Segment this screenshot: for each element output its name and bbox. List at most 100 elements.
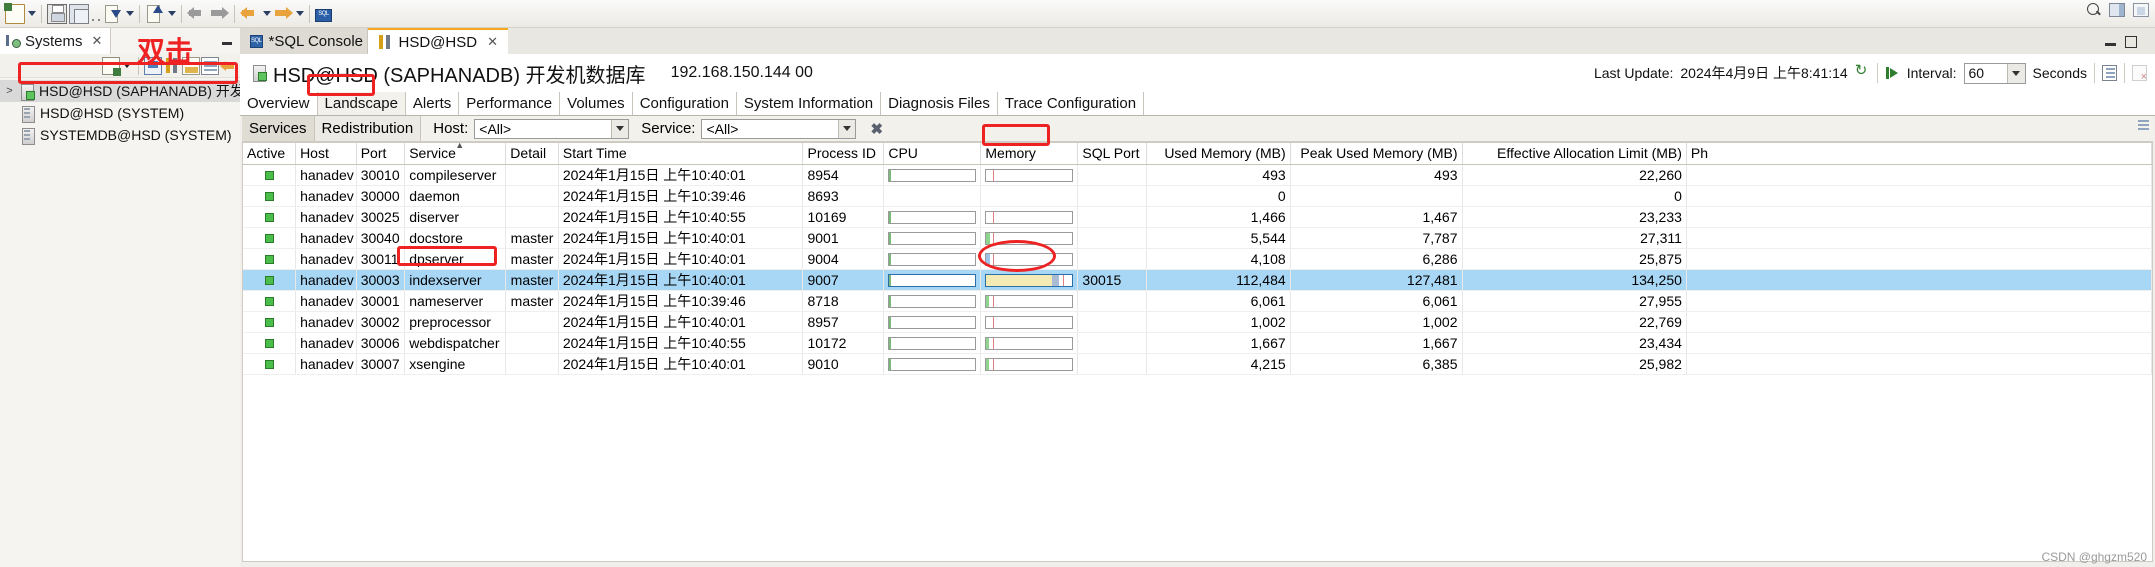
cell-effective-allocation-limit: 25,982 <box>1462 353 1687 375</box>
new-dropdown-caret[interactable] <box>26 4 37 24</box>
auto-refresh-icon[interactable] <box>1885 66 1900 81</box>
database-online-icon <box>252 64 267 82</box>
status-led-online <box>264 296 274 306</box>
cell-process-id: 10169 <box>802 206 885 228</box>
clear-filter-icon[interactable]: ✖ <box>870 120 883 138</box>
tree-item-label: HSD@HSD (SAPHANADB) 开发机 <box>39 83 240 99</box>
col-process-id[interactable]: Process ID <box>802 143 885 165</box>
chevron-down-icon[interactable] <box>2006 63 2025 83</box>
col-peak-used-memory[interactable]: Peak Used Memory (MB) <box>1290 143 1463 165</box>
cell-peak-used-memory: 6,286 <box>1290 248 1463 270</box>
services-table-container[interactable]: Active Host Port ▲ Service Detail Start … <box>242 142 2153 562</box>
host-filter-select[interactable]: <All> <box>474 118 630 139</box>
tab-alerts[interactable]: Alerts <box>405 92 460 115</box>
search-icon[interactable] <box>2087 3 2101 17</box>
history-forward-button[interactable] <box>272 2 294 26</box>
minimize-icon[interactable] <box>220 34 234 48</box>
new-button[interactable] <box>4 2 26 26</box>
save-button[interactable] <box>46 2 68 26</box>
col-host[interactable]: Host <box>295 143 357 165</box>
table-row[interactable]: hanadev 30040 docstore master 2024年1月15日 上午1… <box>243 227 2152 249</box>
tab-volumes[interactable]: Volumes <box>560 92 633 115</box>
copy-icon[interactable] <box>2102 65 2117 81</box>
table-row[interactable]: hanadev 30002 preprocessor 2024年1月15日 上午10:… <box>243 311 2152 333</box>
col-memory[interactable]: Memory <box>980 143 1079 165</box>
history-back-button[interactable] <box>239 2 261 26</box>
table-row[interactable]: hanadev 30003 indexserver master 2024年1月15日 … <box>243 269 2152 291</box>
subtab-services[interactable]: Services <box>242 116 315 141</box>
history-forward-caret[interactable] <box>294 4 305 24</box>
memory-bar-used <box>986 296 989 308</box>
cell-memory <box>980 269 1079 291</box>
close-icon[interactable]: ✕ <box>92 33 103 49</box>
table-row[interactable]: hanadev 30025 diserver 2024年1月15日 上午10:40:5… <box>243 206 2152 228</box>
col-ph[interactable]: Ph <box>1686 143 2152 165</box>
maximize-icon[interactable] <box>2125 36 2137 48</box>
cell-peak-used-memory: 493 <box>1290 164 1463 186</box>
tab-system-information[interactable]: System Information <box>736 92 882 115</box>
minimize-icon[interactable] <box>2104 36 2117 48</box>
table-row[interactable]: hanadev 30010 compileserver 2024年1月15日 上午10… <box>243 164 2152 186</box>
table-row[interactable]: hanadev 30001 nameserver master 2024年1月15日 上… <box>243 290 2152 312</box>
cell-sql-port <box>1077 185 1148 207</box>
subtab-redistribution[interactable]: Redistribution <box>314 116 422 141</box>
chevron-down-icon[interactable] <box>838 119 856 138</box>
tree-item-saphanadb[interactable]: > HSD@HSD (SAPHANADB) 开发机 <box>0 80 240 102</box>
col-active[interactable]: Active <box>243 143 297 165</box>
tab-trace-configuration[interactable]: Trace Configuration <box>997 92 1145 115</box>
col-effective-allocation-limit[interactable]: Effective Allocation Limit (MB) <box>1462 143 1687 165</box>
cell-cpu <box>883 332 982 354</box>
cpu-bar-baseline <box>889 275 891 287</box>
dropdown-caret-icon[interactable] <box>121 57 133 75</box>
perspective-icon[interactable] <box>2109 3 2125 17</box>
interval-select[interactable]: 60 <box>1963 62 2026 84</box>
back-nav-button[interactable] <box>186 2 208 26</box>
sql-console-button[interactable]: SQL <box>314 2 333 26</box>
table-row[interactable]: hanadev 30000 daemon 2024年1月15日 上午10:39:46 8… <box>243 185 2152 207</box>
tab-sql-console-1[interactable]: SQL *SQL Console 1 <box>240 28 376 54</box>
tree-item-systemdb[interactable]: SYSTEMDB@HSD (SYSTEM) <box>0 124 240 146</box>
memory-usage-bar <box>985 358 1074 372</box>
memory-bar-limit-marker <box>1062 275 1064 287</box>
tab-hsd-admin-console[interactable]: HSD@HSD ✕ <box>368 28 508 54</box>
back-arrow-icon[interactable] <box>220 57 238 75</box>
tab-systems[interactable]: Systems ✕ <box>0 28 112 54</box>
add-system-icon[interactable] <box>102 56 121 76</box>
refresh-icon[interactable] <box>1855 61 1870 81</box>
tab-overview[interactable]: Overview <box>240 92 318 115</box>
tab-landscape[interactable]: Landscape <box>317 92 406 115</box>
table-row[interactable]: hanadev 30006 webdispatcher 2024年1月15日 上午10… <box>243 332 2152 354</box>
table-row[interactable]: hanadev 30011 dpserver master 2024年1月15日 上午1… <box>243 248 2152 270</box>
cell-port: 30007 <box>356 353 406 375</box>
col-sql-port[interactable]: SQL Port <box>1077 143 1148 165</box>
col-service[interactable]: ▲ Service <box>404 143 507 165</box>
table-row[interactable]: hanadev 30007 xsengine 2024年1月15日 上午10:40:0… <box>243 353 2152 375</box>
history-back-caret[interactable] <box>261 4 272 24</box>
save-all-icon <box>69 3 89 24</box>
chevron-down-icon[interactable] <box>611 119 629 138</box>
open-perspective-icon[interactable] <box>2133 3 2149 17</box>
toolbar-right-group <box>2087 3 2149 17</box>
tab-performance[interactable]: Performance <box>459 92 561 115</box>
col-cpu[interactable]: CPU <box>883 143 982 165</box>
forward-nav-button[interactable] <box>208 2 230 26</box>
export-dropdown-caret[interactable] <box>166 4 177 24</box>
export-button[interactable] <box>144 2 166 26</box>
col-used-memory[interactable]: Used Memory (MB) <box>1146 143 1291 165</box>
import-button[interactable] <box>102 2 124 26</box>
expand-twisty-icon[interactable]: > <box>4 85 15 97</box>
col-port[interactable]: Port <box>356 143 406 165</box>
properties-icon[interactable] <box>201 56 219 75</box>
watermark: CSDN @ghgzm520 <box>2041 550 2147 564</box>
col-detail[interactable]: Detail <box>505 143 559 165</box>
panel-icon[interactable] <box>2137 118 2151 132</box>
close-icon[interactable]: ✕ <box>487 34 498 50</box>
tree-item-hsd-system[interactable]: HSD@HSD (SYSTEM) <box>0 102 240 124</box>
tab-configuration[interactable]: Configuration <box>632 92 737 115</box>
service-filter-select[interactable]: <All> <box>701 118 857 139</box>
save-all-button[interactable] <box>68 2 90 26</box>
import-dropdown-caret[interactable] <box>124 4 135 24</box>
cell-port: 30003 <box>356 269 406 291</box>
tab-diagnosis-files[interactable]: Diagnosis Files <box>881 92 998 115</box>
col-start-time[interactable]: Start Time <box>558 143 804 165</box>
